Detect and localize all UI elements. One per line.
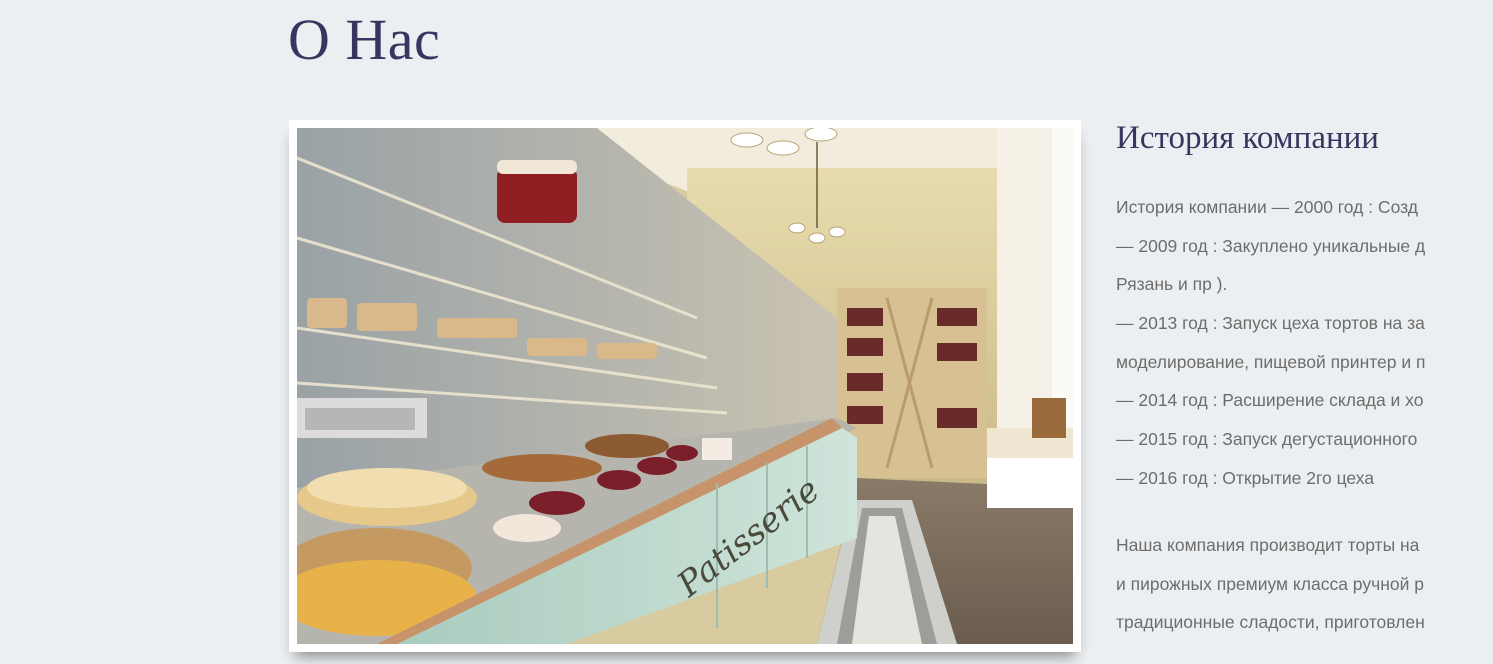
bakery-photo-frame: Patisserie — [289, 120, 1081, 652]
about-paragraph: Наша компания производит торты на и пиро… — [1116, 526, 1493, 642]
about-line: традиционные сладости, приготовлен — [1116, 612, 1425, 633]
about-line: Наша компания производит торты на — [1116, 535, 1420, 555]
history-line: История компании — 2000 год : Созд — [1116, 197, 1418, 217]
history-line: — 2016 год : Открытие 2го цеха — [1116, 467, 1375, 488]
history-line: — 2015 год : Запуск дегустационного — [1116, 429, 1418, 450]
history-line: — 2009 год : Закуплено уникальные д — [1116, 235, 1426, 256]
history-line: Рязань и пр ). — [1116, 274, 1228, 295]
history-heading: История компании — [1116, 120, 1379, 156]
history-line: — 2013 год : Запуск цеха тортов на за — [1116, 313, 1425, 334]
page-title: О Нас — [288, 7, 441, 72]
bakery-photo: Patisserie — [297, 128, 1073, 644]
history-text: История компании — 2000 год : Созд — 200… — [1116, 188, 1493, 498]
about-line: и пирожных премиум класса ручной р — [1116, 573, 1424, 594]
history-line: моделирование, пищевой принтер и п — [1116, 351, 1426, 372]
history-line: — 2014 год : Расширение склада и хо — [1116, 390, 1424, 411]
